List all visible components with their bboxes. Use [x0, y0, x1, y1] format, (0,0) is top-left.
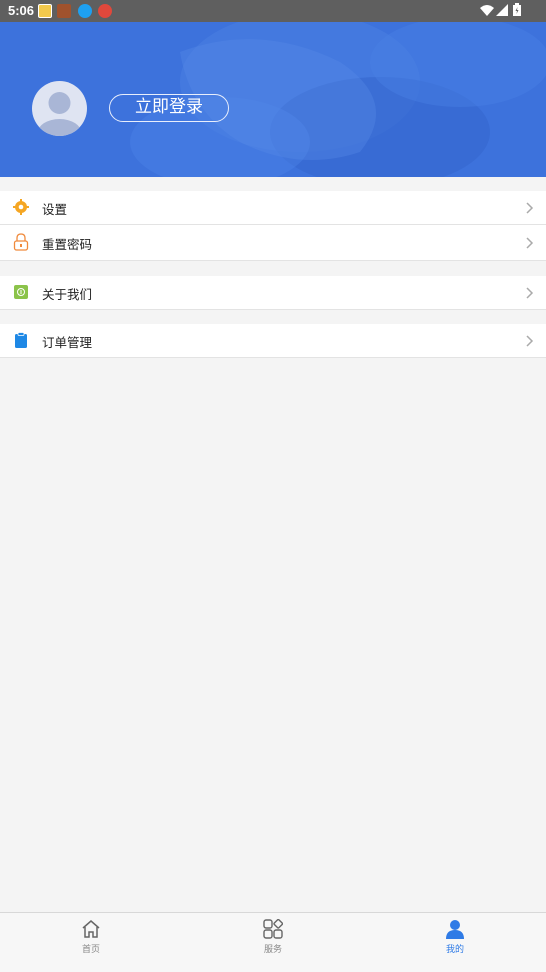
tab-home[interactable]: 首页 [0, 913, 182, 971]
notification-game-icon [57, 4, 71, 18]
home-icon [82, 920, 100, 938]
menu-item-order-management[interactable]: 订单管理 [0, 324, 546, 358]
info-icon [14, 285, 28, 299]
menu-item-about-us[interactable]: 关于我们 [0, 276, 546, 310]
bottom-tab-bar: 首页 服务 我的 [0, 912, 546, 972]
tab-label-mine: 我的 [445, 945, 464, 955]
tab-label-home: 首页 [81, 945, 100, 955]
menu-item-reset-password[interactable]: 重置密码 [0, 225, 546, 261]
tab-services[interactable]: 服务 [182, 913, 364, 971]
menu-group-account: 设置 重置密码 [0, 191, 546, 261]
apps-grid-icon [263, 919, 283, 939]
download-notification-icon [78, 4, 92, 18]
user-silhouette-icon [37, 92, 82, 136]
menu-label-about-us: 关于我们 [42, 287, 93, 302]
lock-icon [13, 233, 29, 251]
login-button[interactable]: 立即登录 [109, 94, 229, 122]
signal-icon [496, 4, 508, 16]
gear-icon [13, 199, 29, 215]
menu-label-settings: 设置 [42, 202, 68, 217]
chevron-right-icon [526, 202, 534, 214]
user-icon [446, 920, 464, 939]
wifi-icon [480, 5, 494, 16]
tab-mine[interactable]: 我的 [364, 913, 546, 971]
status-bar: 5:06 [0, 0, 546, 22]
notification-app-icon [38, 4, 52, 18]
profile-header: 立即登录 [0, 22, 546, 177]
battery-icon [513, 3, 521, 16]
chevron-right-icon [526, 335, 534, 347]
clipboard-icon [15, 332, 27, 348]
avatar[interactable] [32, 81, 87, 136]
notification-red-app-icon [98, 4, 112, 18]
tab-label-services: 服务 [263, 945, 282, 955]
menu-group-about: 关于我们 [0, 276, 546, 310]
menu-label-order-management: 订单管理 [42, 335, 93, 350]
chevron-right-icon [526, 287, 534, 299]
chevron-right-icon [526, 237, 534, 249]
status-time: 5:06 [8, 3, 35, 18]
menu-label-reset-password: 重置密码 [42, 237, 93, 252]
menu-group-orders: 订单管理 [0, 324, 546, 358]
menu-item-settings[interactable]: 设置 [0, 191, 546, 225]
